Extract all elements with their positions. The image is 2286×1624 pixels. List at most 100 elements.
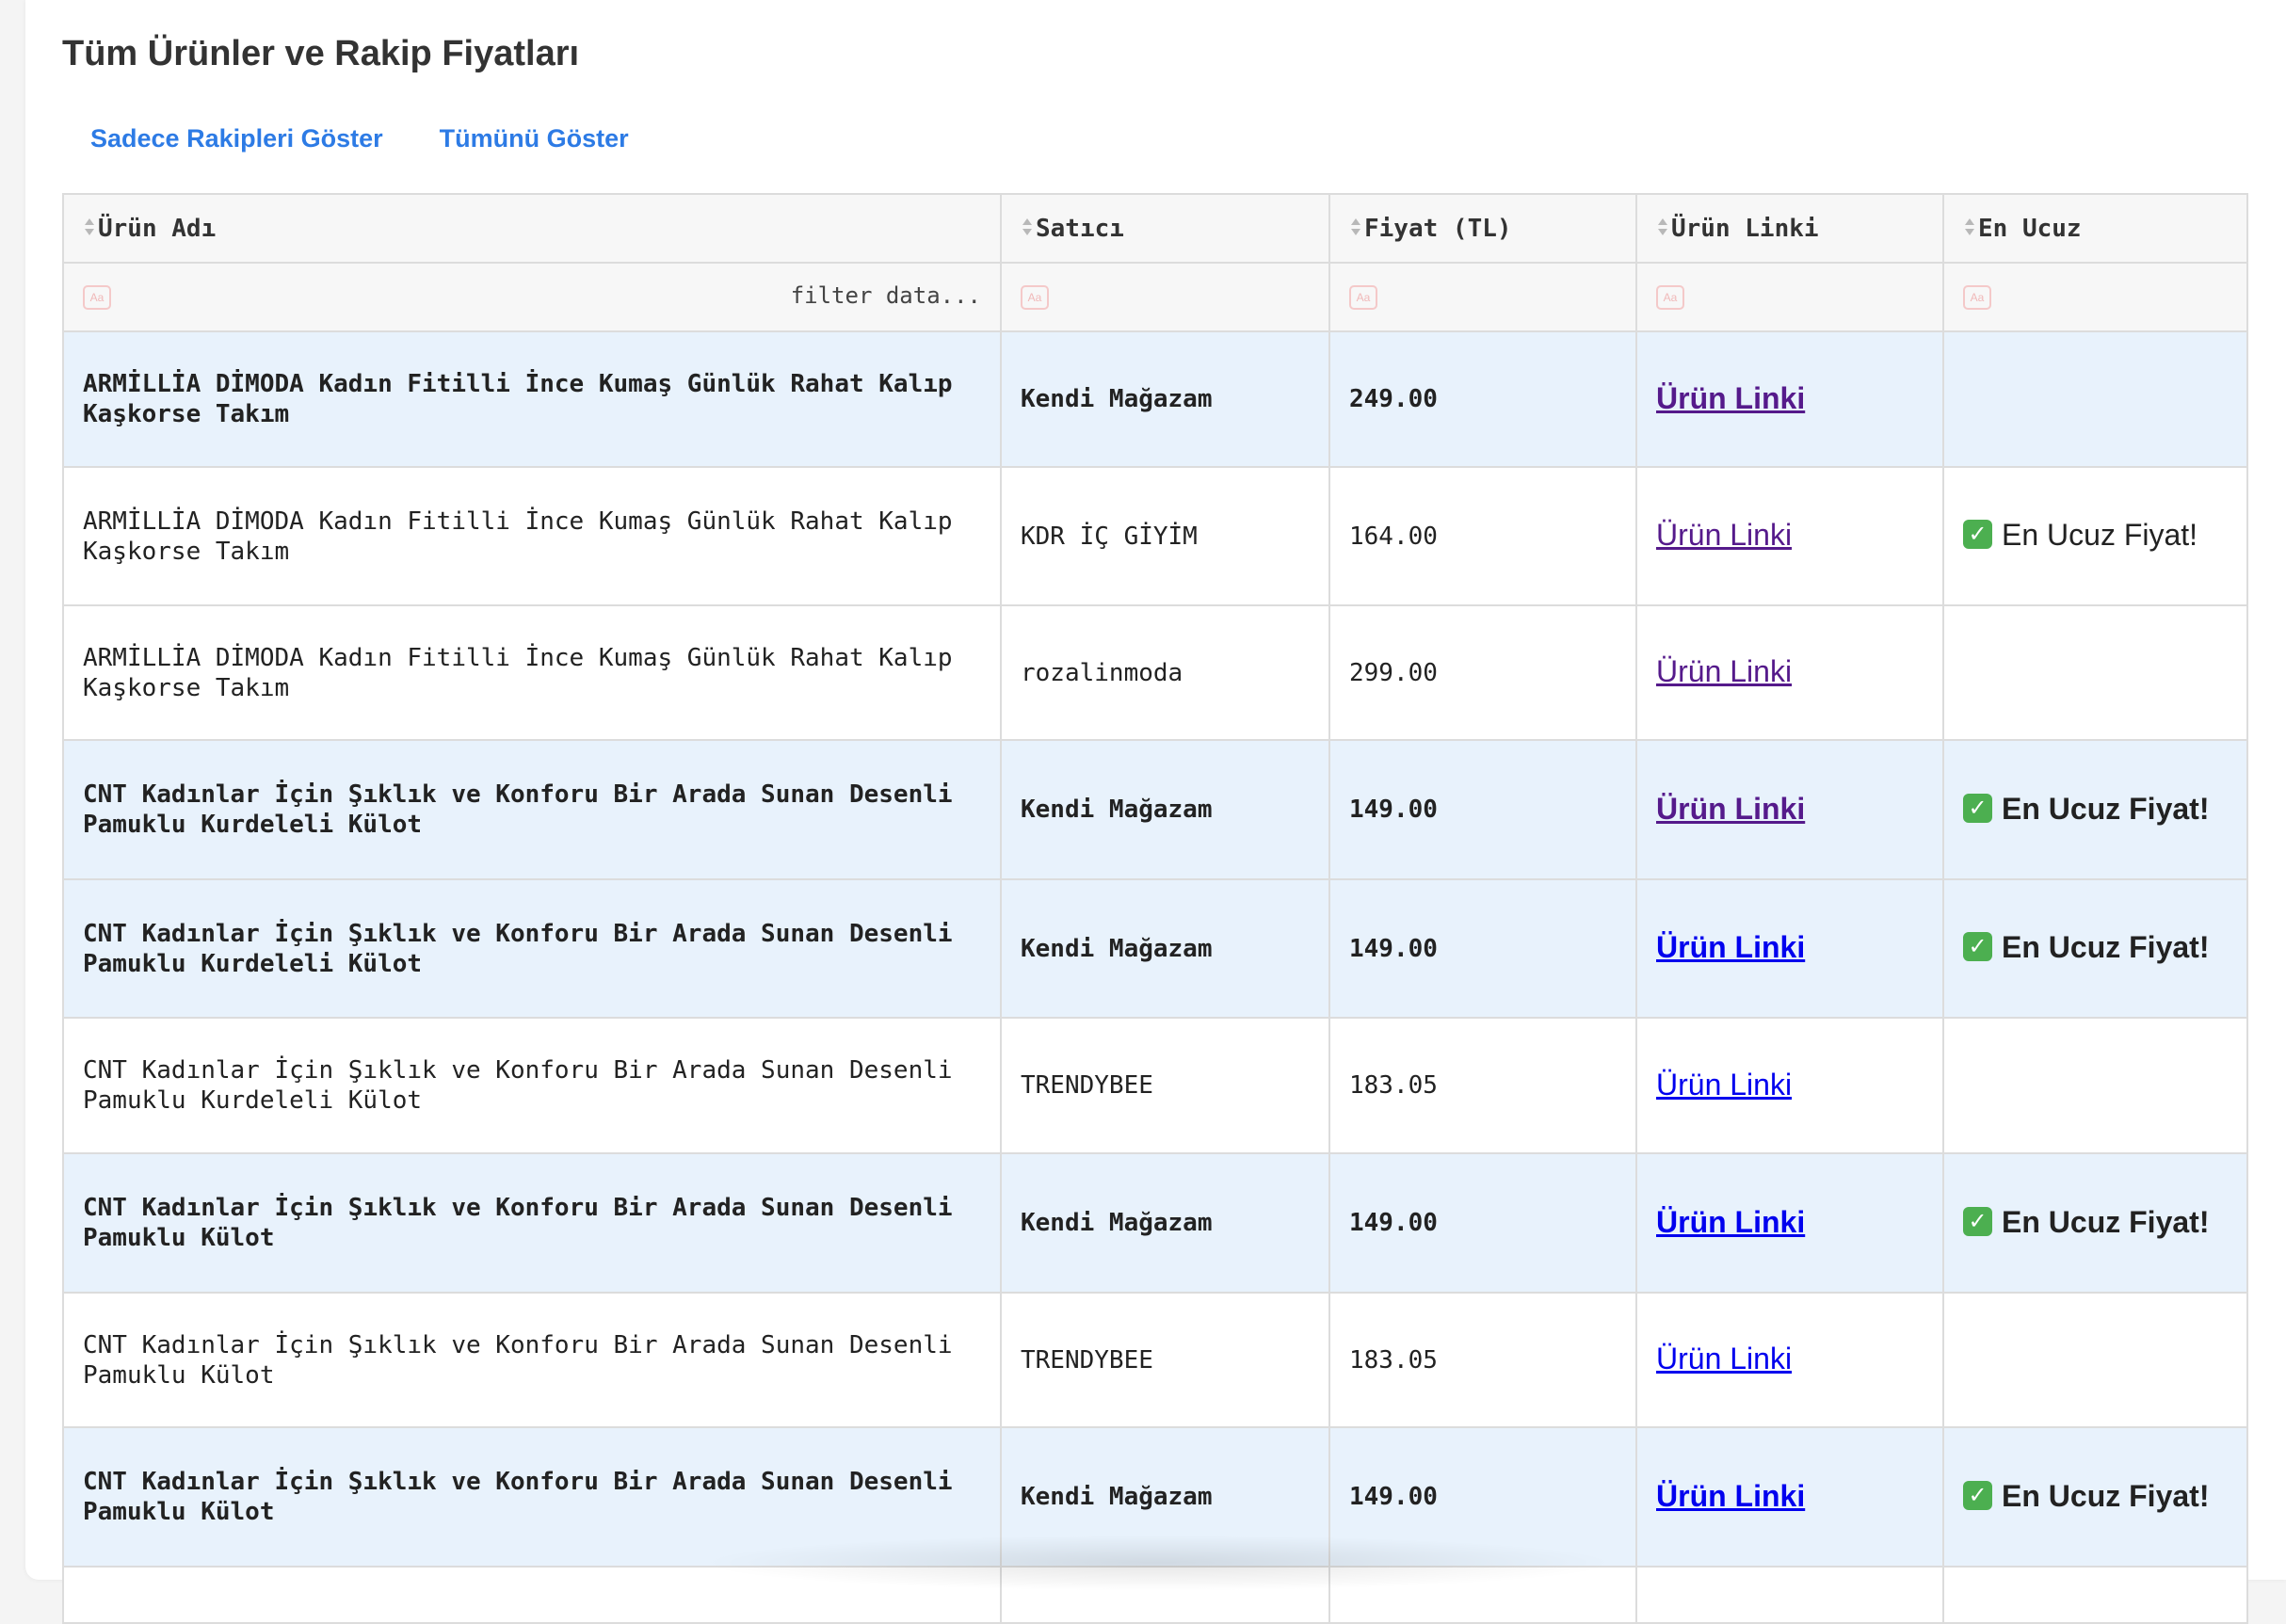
page-title: Tüm Ürünler ve Rakip Fiyatları bbox=[62, 34, 580, 73]
product-link[interactable]: Ürün Linki bbox=[1656, 930, 1805, 964]
column-header-label: Satıcı bbox=[1036, 214, 1124, 243]
cheapest-cell: ✓ En Ucuz Fiyat! bbox=[1942, 466, 2248, 606]
column-header-label: Fiyat (TL) bbox=[1364, 214, 1512, 243]
seller-cell: Kendi Mağazam bbox=[1000, 878, 1330, 1019]
case-sensitive-icon[interactable]: Aa bbox=[1349, 285, 1377, 310]
cheapest-badge: ✓ En Ucuz Fiyat! bbox=[1963, 1479, 2209, 1513]
cheapest-label: En Ucuz Fiyat! bbox=[2002, 930, 2210, 964]
seller-cell: TRENDYBEE bbox=[1000, 1292, 1330, 1428]
table-row bbox=[62, 1566, 2248, 1624]
product-name-cell: CNT Kadınlar İçin Şıklık ve Konforu Bir … bbox=[62, 1152, 1002, 1294]
cheapest-badge: ✓ En Ucuz Fiyat! bbox=[1963, 1205, 2209, 1239]
column-header-label: Ürün Linki bbox=[1671, 214, 1819, 243]
check-mark-icon: ✓ bbox=[1963, 932, 1992, 962]
product-link-cell: Ürün Linki bbox=[1635, 1152, 1944, 1294]
case-sensitive-icon[interactable]: Aa bbox=[1021, 285, 1049, 310]
filter-cell-product-name[interactable]: Aa filter data... bbox=[62, 262, 1002, 332]
cheapest-cell: ✓ En Ucuz Fiyat! bbox=[1942, 1152, 2248, 1294]
product-link-cell: Ürün Linki bbox=[1635, 1292, 1944, 1428]
price-cell: 149.00 bbox=[1328, 1426, 1637, 1568]
price-cell bbox=[1328, 1566, 1637, 1624]
product-name-cell: CNT Kadınlar İçin Şıklık ve Konforu Bir … bbox=[62, 878, 1002, 1019]
cheapest-cell bbox=[1942, 1566, 2248, 1624]
product-link-cell: Ürün Linki bbox=[1635, 1017, 1944, 1154]
table-row: ARMİLLİA DİMODA Kadın Fitilli İnce Kumaş… bbox=[62, 330, 2248, 468]
table-row: CNT Kadınlar İçin Şıklık ve Konforu Bir … bbox=[62, 878, 2248, 1019]
seller-cell: Kendi Mağazam bbox=[1000, 1426, 1330, 1568]
product-link[interactable]: Ürün Linki bbox=[1656, 1342, 1792, 1375]
show-rivals-only-link[interactable]: Sadece Rakipleri Göster bbox=[90, 124, 383, 153]
check-mark-icon: ✓ bbox=[1963, 1480, 1992, 1510]
product-link-cell: Ürün Linki bbox=[1635, 330, 1944, 468]
column-header-price[interactable]: Fiyat (TL) bbox=[1328, 193, 1637, 264]
cheapest-label: En Ucuz Fiyat! bbox=[2002, 518, 2198, 552]
product-link-cell bbox=[1635, 1566, 1944, 1624]
case-sensitive-icon[interactable]: Aa bbox=[1656, 285, 1684, 310]
seller-cell: Kendi Mağazam bbox=[1000, 330, 1330, 468]
table-row: ARMİLLİA DİMODA Kadın Fitilli İnce Kumaş… bbox=[62, 604, 2248, 741]
product-name-cell: CNT Kadınlar İçin Şıklık ve Konforu Bir … bbox=[62, 739, 1002, 880]
table-row: CNT Kadınlar İçin Şıklık ve Konforu Bir … bbox=[62, 1426, 2248, 1568]
product-name-cell: ARMİLLİA DİMODA Kadın Fitilli İnce Kumaş… bbox=[62, 604, 1002, 741]
filter-links: Sadece Rakipleri Göster Tümünü Göster bbox=[90, 124, 629, 153]
seller-cell: Kendi Mağazam bbox=[1000, 1152, 1330, 1294]
filter-cell-seller[interactable]: Aa bbox=[1000, 262, 1330, 332]
filter-cell-price[interactable]: Aa bbox=[1328, 262, 1637, 332]
cheapest-cell: ✓ En Ucuz Fiyat! bbox=[1942, 878, 2248, 1019]
table-row: CNT Kadınlar İçin Şıklık ve Konforu Bir … bbox=[62, 1292, 2248, 1428]
case-sensitive-icon[interactable]: Aa bbox=[83, 285, 111, 310]
product-name-cell bbox=[62, 1566, 1002, 1624]
cheapest-cell bbox=[1942, 604, 2248, 741]
product-link[interactable]: Ürün Linki bbox=[1656, 654, 1792, 688]
seller-cell: Kendi Mağazam bbox=[1000, 739, 1330, 880]
product-link[interactable]: Ürün Linki bbox=[1656, 518, 1792, 552]
product-name-cell: CNT Kadınlar İçin Şıklık ve Konforu Bir … bbox=[62, 1292, 1002, 1428]
product-name-cell: ARMİLLİA DİMODA Kadın Fitilli İnce Kumaş… bbox=[62, 330, 1002, 468]
case-sensitive-icon[interactable]: Aa bbox=[1963, 285, 1991, 310]
product-link[interactable]: Ürün Linki bbox=[1656, 792, 1805, 826]
product-link-cell: Ürün Linki bbox=[1635, 466, 1944, 606]
cheapest-cell bbox=[1942, 330, 2248, 468]
product-name-cell: CNT Kadınlar İçin Şıklık ve Konforu Bir … bbox=[62, 1426, 1002, 1568]
product-link[interactable]: Ürün Linki bbox=[1656, 1479, 1805, 1513]
table-header-row: Ürün Adı Satıcı Fiyat (TL) Ürün Linki En… bbox=[62, 193, 2248, 264]
cheapest-badge: ✓ En Ucuz Fiyat! bbox=[1963, 930, 2209, 964]
product-link[interactable]: Ürün Linki bbox=[1656, 1205, 1805, 1239]
product-link[interactable]: Ürün Linki bbox=[1656, 1068, 1792, 1101]
cheapest-label: En Ucuz Fiyat! bbox=[2002, 1478, 2210, 1513]
column-header-label: En Ucuz bbox=[1978, 214, 2082, 243]
price-cell: 299.00 bbox=[1328, 604, 1637, 741]
table-row: ARMİLLİA DİMODA Kadın Fitilli İnce Kumaş… bbox=[62, 466, 2248, 606]
cheapest-label: En Ucuz Fiyat! bbox=[2002, 1204, 2210, 1239]
product-name-cell: CNT Kadınlar İçin Şıklık ve Konforu Bir … bbox=[62, 1017, 1002, 1154]
product-link-cell: Ürün Linki bbox=[1635, 878, 1944, 1019]
cheapest-badge: ✓ En Ucuz Fiyat! bbox=[1963, 518, 2197, 552]
column-header-product-name[interactable]: Ürün Adı bbox=[62, 193, 1002, 264]
cheapest-cell bbox=[1942, 1017, 2248, 1154]
table-row: CNT Kadınlar İçin Şıklık ve Konforu Bir … bbox=[62, 739, 2248, 880]
filter-cell-cheapest[interactable]: Aa bbox=[1942, 262, 2248, 332]
filter-cell-product-link[interactable]: Aa bbox=[1635, 262, 1944, 332]
sort-icon bbox=[1022, 218, 1032, 235]
column-header-product-link[interactable]: Ürün Linki bbox=[1635, 193, 1944, 264]
product-link[interactable]: Ürün Linki bbox=[1656, 381, 1805, 415]
table-row: CNT Kadınlar İçin Şıklık ve Konforu Bir … bbox=[62, 1017, 2248, 1154]
column-header-label: Ürün Adı bbox=[98, 214, 217, 243]
filter-placeholder: filter data... bbox=[790, 281, 981, 309]
cheapest-label: En Ucuz Fiyat! bbox=[2002, 791, 2210, 826]
table-filter-row: Aa filter data... Aa Aa Aa Aa bbox=[62, 262, 2248, 332]
price-cell: 183.05 bbox=[1328, 1017, 1637, 1154]
column-header-seller[interactable]: Satıcı bbox=[1000, 193, 1330, 264]
column-header-cheapest[interactable]: En Ucuz bbox=[1942, 193, 2248, 264]
check-mark-icon: ✓ bbox=[1963, 520, 1992, 550]
seller-cell: TRENDYBEE bbox=[1000, 1017, 1330, 1154]
price-cell: 164.00 bbox=[1328, 466, 1637, 606]
check-mark-icon: ✓ bbox=[1963, 1206, 1992, 1236]
show-all-link[interactable]: Tümünü Göster bbox=[440, 124, 629, 153]
cheapest-cell: ✓ En Ucuz Fiyat! bbox=[1942, 1426, 2248, 1568]
table-row: CNT Kadınlar İçin Şıklık ve Konforu Bir … bbox=[62, 1152, 2248, 1294]
price-cell: 149.00 bbox=[1328, 878, 1637, 1019]
product-link-cell: Ürün Linki bbox=[1635, 1426, 1944, 1568]
products-table: Ürün Adı Satıcı Fiyat (TL) Ürün Linki En… bbox=[62, 193, 2248, 1624]
price-cell: 149.00 bbox=[1328, 1152, 1637, 1294]
